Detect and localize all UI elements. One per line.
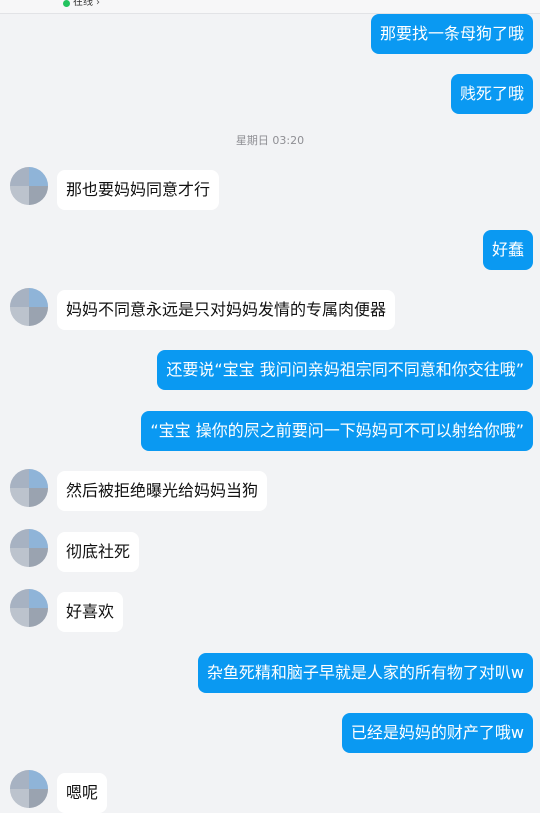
message-bubble-incoming[interactable]: 嗯呢 bbox=[57, 773, 108, 813]
message-bubble-incoming[interactable]: 然后被拒绝曝光给妈妈当狗 bbox=[57, 471, 268, 511]
contact-avatar[interactable] bbox=[10, 469, 48, 507]
message-bubble-outgoing[interactable]: 杂鱼死精和脑子早就是人家的所有物了对叭w bbox=[197, 653, 533, 693]
contact-avatar[interactable] bbox=[10, 288, 48, 326]
message-bubble-incoming[interactable]: 好喜欢 bbox=[57, 592, 124, 632]
contact-avatar[interactable] bbox=[10, 529, 48, 567]
chevron-right-icon: › bbox=[96, 0, 100, 8]
message-bubble-incoming[interactable]: 彻底社死 bbox=[57, 532, 140, 572]
contact-avatar[interactable] bbox=[10, 167, 48, 205]
message-bubble-outgoing[interactable]: 贱死了哦 bbox=[450, 74, 533, 114]
online-status[interactable]: 在线 › bbox=[63, 0, 100, 9]
message-bubble-outgoing[interactable]: “宝宝 操你的屄之前要问一下妈妈可不可以射给你哦” bbox=[141, 411, 533, 451]
message-bubble-outgoing[interactable]: 还要说“宝宝 我问问亲妈祖宗同不同意和你交往哦” bbox=[157, 350, 533, 390]
online-dot-icon bbox=[63, 0, 70, 7]
timestamp: 星期日 03:20 bbox=[235, 134, 305, 147]
status-label: 在线 bbox=[73, 0, 93, 8]
chat-header: 在线 › bbox=[0, 0, 540, 14]
contact-avatar[interactable] bbox=[10, 589, 48, 627]
message-bubble-incoming[interactable]: 妈妈不同意永远是只对妈妈发情的专属肉便器 bbox=[57, 290, 396, 330]
message-bubble-outgoing[interactable]: 好蠢 bbox=[482, 230, 533, 270]
contact-avatar[interactable] bbox=[10, 770, 48, 808]
message-bubble-outgoing[interactable]: 已经是妈妈的财产了哦w bbox=[341, 713, 533, 753]
message-bubble-outgoing[interactable]: 那要找一条母狗了哦 bbox=[370, 14, 533, 54]
message-bubble-incoming[interactable]: 那也要妈妈同意才行 bbox=[57, 170, 220, 210]
